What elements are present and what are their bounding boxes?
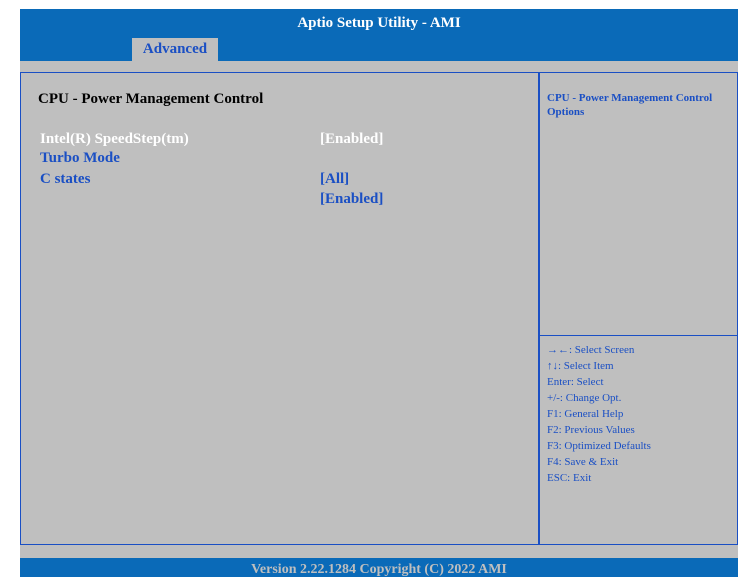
help-divider (540, 335, 737, 336)
key-hint-select-item: ↑↓: Select Item (547, 360, 614, 372)
key-hint-save-exit: F4: Save & Exit (547, 456, 619, 468)
section-title: CPU - Power Management Control (38, 91, 264, 107)
key-legend: →←: Select Screen ↑↓: Select Item Enter:… (547, 342, 651, 486)
key-hint-previous-values: F2: Previous Values (547, 424, 635, 436)
c-states-option[interactable]: C states (40, 171, 90, 188)
help-panel: CPU - Power Management Control Options →… (539, 72, 738, 545)
key-hint-change-opt: +/-: Change Opt. (547, 392, 622, 404)
key-hint-esc-exit: ESC: Exit (547, 472, 592, 484)
help-description: CPU - Power Management Control Options (547, 92, 713, 118)
key-hint-enter: Enter: Select (547, 376, 604, 388)
turbo-mode-value[interactable]: [All] (320, 171, 349, 188)
settings-panel: CPU - Power Management Control Intel(R) … (20, 72, 539, 545)
footer-version: Version 2.22.1284 Copyright (C) 2022 AMI (20, 558, 738, 577)
speedstep-value[interactable]: [Enabled] (320, 131, 383, 148)
tab-bar: Advanced (20, 37, 738, 61)
c-states-value[interactable]: [Enabled] (320, 191, 383, 208)
key-hint-general-help: F1: General Help (547, 408, 624, 420)
turbo-mode-option[interactable]: Turbo Mode (40, 150, 120, 167)
tab-advanced[interactable]: Advanced (132, 38, 218, 61)
speedstep-option[interactable]: Intel(R) SpeedStep(tm) (40, 131, 189, 148)
key-hint-optimized-defaults: F3: Optimized Defaults (547, 440, 651, 452)
key-hint-select-screen: →←: Select Screen (547, 344, 635, 356)
window-title: Aptio Setup Utility - AMI (20, 9, 738, 37)
